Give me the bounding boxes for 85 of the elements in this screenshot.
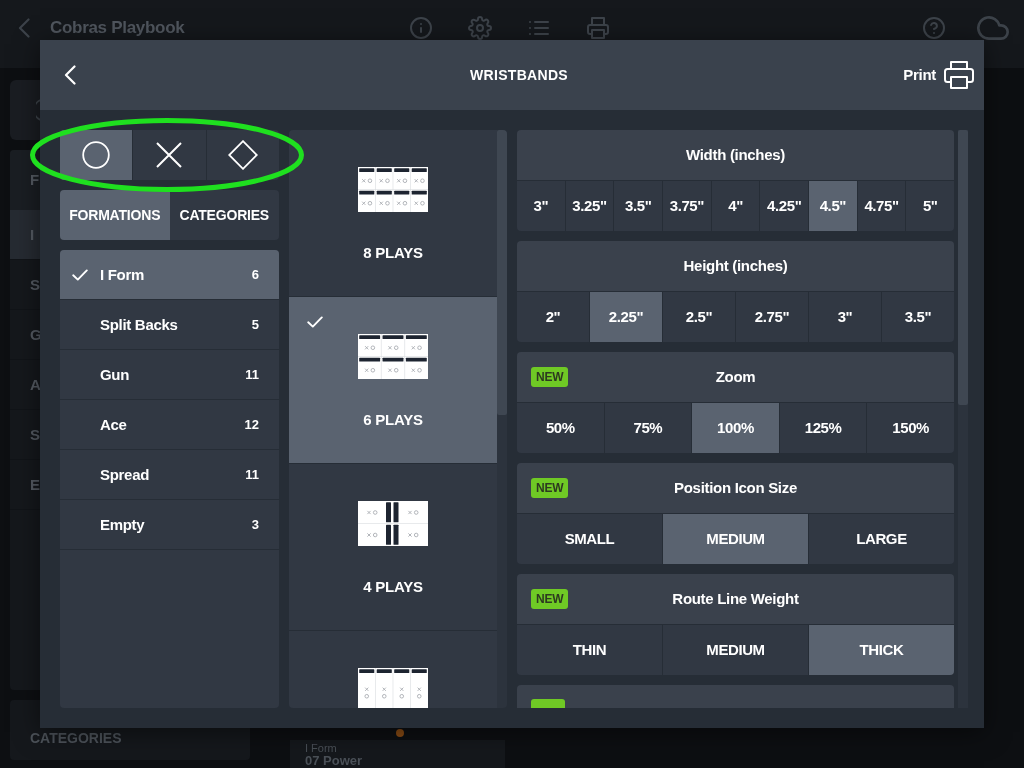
segmented-option[interactable]: 3.5" bbox=[881, 292, 954, 342]
formation-name: Spread bbox=[100, 465, 151, 484]
settings-icon[interactable] bbox=[468, 16, 492, 40]
scrollbar-thumb[interactable] bbox=[497, 130, 507, 415]
layout-card[interactable]: 6 PLAYS bbox=[289, 297, 497, 464]
play-count: 11 bbox=[245, 466, 259, 483]
check-icon bbox=[72, 268, 88, 281]
list-item-label: S bbox=[30, 425, 40, 444]
segmented-option[interactable]: 2.5" bbox=[662, 292, 735, 342]
layout-label: 8 PLAYS bbox=[363, 244, 423, 262]
segmented-option[interactable]: 5" bbox=[905, 181, 954, 231]
x-shape-icon bbox=[156, 142, 183, 168]
play-count: 12 bbox=[244, 416, 259, 433]
layout-card[interactable]: 4 PLAYS bbox=[289, 464, 497, 631]
categories-heading: CATEGORIES bbox=[30, 731, 123, 745]
layout-card[interactable]: 8 PLAYS bbox=[289, 130, 497, 297]
formation-name: Empty bbox=[100, 515, 146, 534]
segmented-option[interactable]: 3" bbox=[517, 181, 565, 231]
segmented-option[interactable]: 3" bbox=[808, 292, 881, 342]
play-count: 5 bbox=[251, 316, 259, 333]
shape-tab[interactable] bbox=[60, 130, 133, 180]
scrollbar-thumb[interactable] bbox=[958, 130, 968, 405]
list-item-label: A bbox=[30, 375, 41, 394]
section-title: Zoom bbox=[715, 368, 756, 386]
list-item-label: S bbox=[30, 275, 40, 294]
layout-label: 4 PLAYS bbox=[363, 578, 423, 596]
segmented-option[interactable]: 125% bbox=[778, 403, 867, 453]
section-title: Height (inches) bbox=[683, 257, 788, 275]
segmented-option[interactable]: 150% bbox=[866, 403, 954, 453]
printer-icon[interactable] bbox=[586, 16, 610, 40]
segmented-option[interactable]: MEDIUM bbox=[662, 625, 808, 675]
segmented-option[interactable]: 2.25" bbox=[589, 292, 662, 342]
segmented-option[interactable]: MEDIUM bbox=[662, 514, 808, 564]
segmented-option[interactable]: 4.75" bbox=[856, 181, 906, 231]
play-count: 6 bbox=[251, 266, 259, 283]
section-title: Width (inches) bbox=[686, 146, 785, 164]
play-name: 07 Power bbox=[305, 754, 364, 768]
segmented-option[interactable]: 2.75" bbox=[735, 292, 808, 342]
dialog-title: WRISTBANDS bbox=[470, 66, 568, 84]
segmented-option[interactable]: SMALL bbox=[517, 514, 662, 564]
new-badge: NEW bbox=[531, 589, 569, 609]
segmented-option[interactable]: 4" bbox=[710, 181, 760, 231]
segmented-option[interactable]: THICK bbox=[808, 625, 954, 675]
segmented-option[interactable]: THIN bbox=[517, 625, 662, 675]
segmented-option[interactable]: 4.5" bbox=[808, 181, 857, 231]
status-dot-icon bbox=[396, 729, 404, 737]
wristband-layout-icon bbox=[358, 167, 428, 212]
section-title: Position Icon Size bbox=[674, 479, 797, 497]
list-item-label: E bbox=[30, 475, 40, 494]
section-title: Route Line Weight bbox=[672, 590, 799, 608]
segmented-option[interactable]: LARGE bbox=[808, 514, 954, 564]
formation-item[interactable]: I Form 6 bbox=[60, 250, 279, 300]
wristband-layout-icon bbox=[358, 334, 428, 379]
new-badge: NEW bbox=[531, 367, 569, 387]
segmented-option[interactable]: 4.25" bbox=[759, 181, 809, 231]
layout-label: 6 PLAYS bbox=[363, 411, 423, 429]
new-badge: NEW bbox=[531, 478, 569, 498]
segmented-option[interactable]: 3.25" bbox=[564, 181, 614, 231]
printer-icon bbox=[944, 61, 974, 89]
segmented-option[interactable]: 100% bbox=[691, 403, 779, 453]
segmented-option[interactable]: 75% bbox=[603, 403, 692, 453]
help-icon[interactable] bbox=[922, 16, 946, 40]
diamond-icon bbox=[227, 140, 258, 170]
shape-tab[interactable] bbox=[132, 130, 206, 180]
info-icon[interactable] bbox=[409, 16, 433, 40]
formation-name: Ace bbox=[100, 415, 128, 434]
tab-label: F bbox=[30, 171, 40, 189]
play-count: 11 bbox=[245, 366, 259, 383]
check-icon bbox=[307, 316, 323, 328]
shape-tab[interactable] bbox=[205, 130, 279, 180]
playbook-title: Cobras Playbook bbox=[50, 18, 185, 38]
list-tab[interactable]: CATEGORIES bbox=[169, 190, 279, 240]
formation-name: Split Backs bbox=[100, 315, 179, 334]
segmented-option[interactable]: 3.75" bbox=[662, 181, 711, 231]
play-count: 3 bbox=[251, 516, 259, 533]
segmented-option[interactable]: 2" bbox=[517, 292, 589, 342]
segmented-option[interactable]: 3.5" bbox=[613, 181, 662, 231]
circle-icon bbox=[82, 141, 111, 169]
formation-name: I Form bbox=[100, 265, 146, 284]
wristband-layout-icon bbox=[358, 668, 428, 708]
wristband-layout-icon bbox=[358, 501, 428, 546]
list-tab[interactable]: FORMATIONS bbox=[60, 190, 170, 240]
formation-name: Gun bbox=[100, 365, 131, 384]
segmented-option[interactable]: 50% bbox=[517, 403, 604, 453]
print-button[interactable]: Print bbox=[903, 61, 974, 89]
